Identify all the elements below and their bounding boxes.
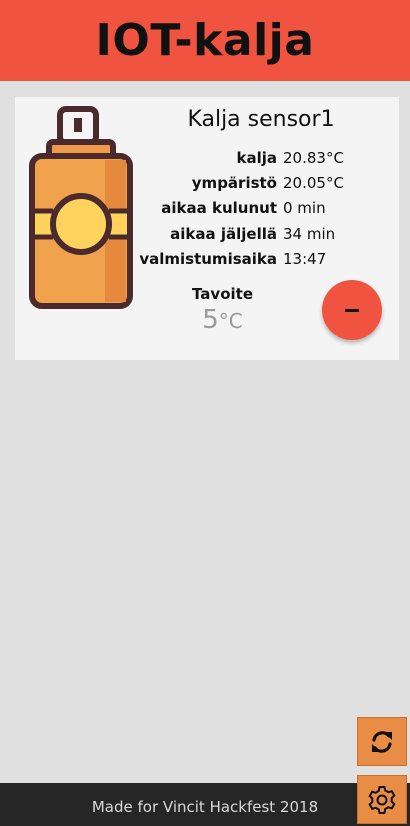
reading-ambient-temperature: ympäristö 20.05°C [133, 170, 393, 195]
gear-icon [368, 785, 396, 814]
reading-time-remaining: aikaa jäljellä 34 min [133, 221, 393, 246]
target-unit: °C [218, 309, 243, 333]
reading-label: kalja [236, 148, 277, 167]
target-temperature: 5°C [180, 305, 265, 335]
beer-can-icon [29, 106, 133, 309]
sensor-name: Kalja sensor1 [187, 107, 335, 132]
reading-value: 20.83°C [283, 148, 344, 167]
target-label: Tavoite [192, 285, 253, 303]
minus-icon [345, 308, 359, 312]
readings-list: kalja 20.83°C ympäristö 20.05°C aikaa ku… [133, 145, 393, 271]
reading-time-elapsed: aikaa kulunut 0 min [133, 196, 393, 221]
refresh-button[interactable] [357, 717, 407, 766]
footer-text: Made for Vincit Hackfest 2018 [91, 798, 319, 816]
reading-label: aikaa jäljellä [170, 224, 277, 243]
reading-beer-temperature: kalja 20.83°C [133, 145, 393, 170]
reading-value: 20.05°C [283, 173, 344, 192]
reading-value: 34 min [283, 224, 336, 243]
reading-value: 13:47 [283, 249, 327, 268]
reading-value: 0 min [283, 199, 326, 218]
reading-label: valmistumisaika [139, 249, 277, 268]
reading-ready-time: valmistumisaika 13:47 [133, 246, 393, 271]
refresh-icon [372, 730, 392, 753]
decrease-target-button[interactable] [322, 280, 382, 340]
app-header: IOT-kalja [0, 0, 410, 81]
sensor-card: Kalja sensor1 kalja 20.83°C ympäristö 20… [15, 97, 399, 360]
reading-label: aikaa kulunut [161, 199, 277, 218]
settings-button[interactable] [357, 775, 407, 824]
footer: Made for Vincit Hackfest 2018 [0, 783, 410, 826]
reading-label: ympäristö [191, 173, 277, 192]
target-value: 5 [202, 305, 219, 335]
app-title: IOT-kalja [95, 15, 315, 66]
